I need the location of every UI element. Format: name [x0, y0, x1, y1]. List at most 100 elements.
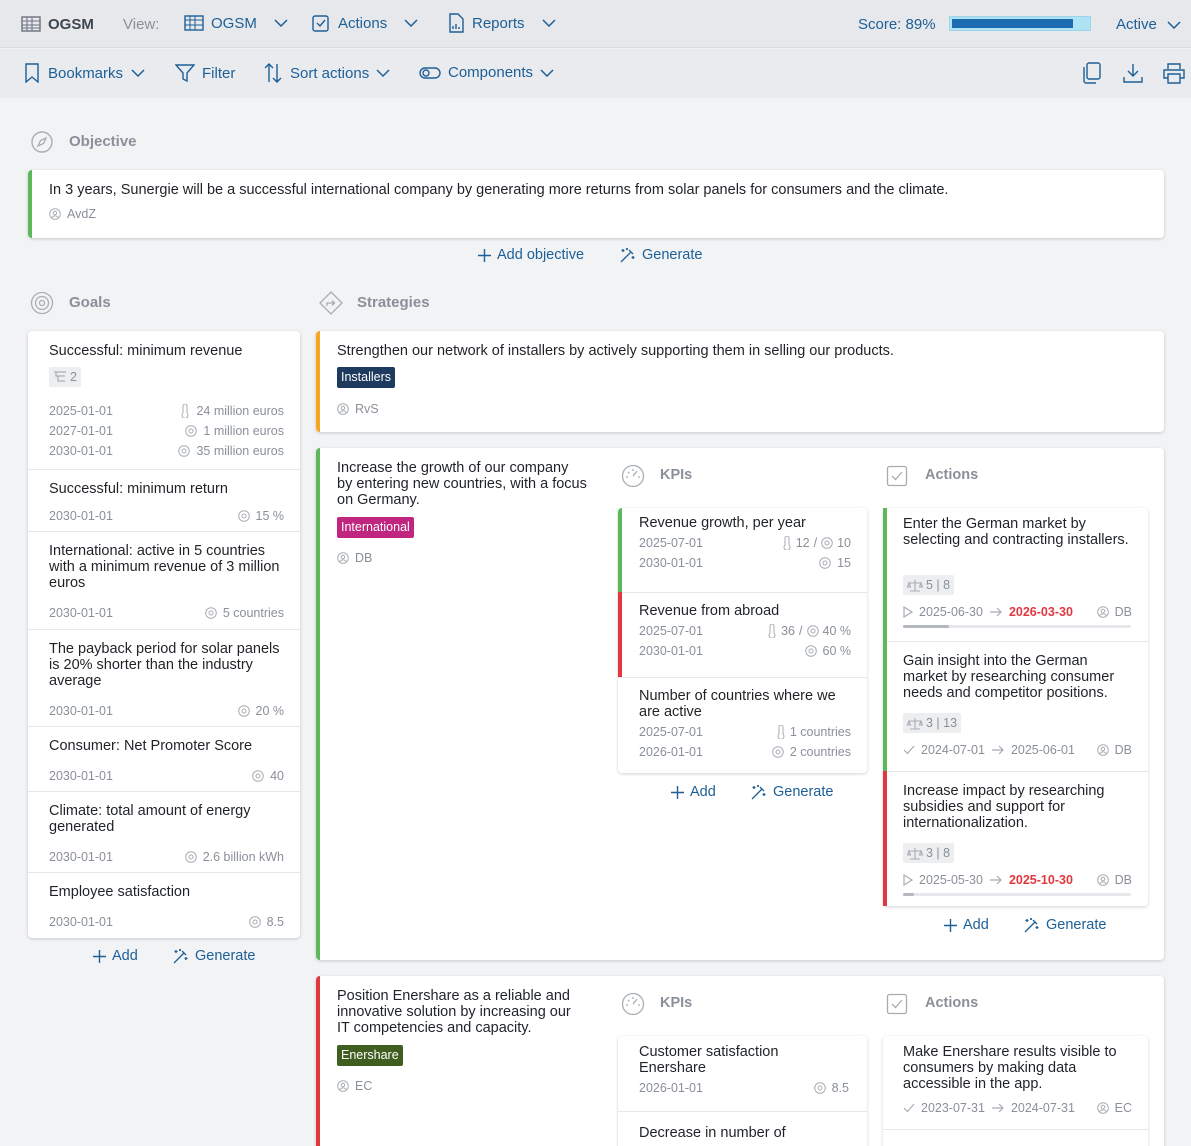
objective-card[interactable]: In 3 years, Sunergie will be a successfu… [28, 170, 1164, 238]
kpi-title: Number of countries where we are active [639, 688, 836, 720]
plus-icon [671, 785, 684, 799]
strategy-tag[interactable]: Installers [337, 367, 396, 388]
action-card[interactable]: Gain insight into the German market by r… [883, 641, 1148, 771]
filter-icon [175, 64, 195, 82]
kpi-card[interactable]: Number of countries where we are active 2… [618, 677, 867, 773]
action-start: 2023-07-31 [921, 1101, 985, 1115]
kpi-values: 1 countries [776, 725, 851, 739]
target-icon [237, 510, 250, 522]
divider [883, 1129, 1148, 1130]
chevron-down-icon [542, 19, 556, 27]
owner-initials: RvS [355, 402, 379, 416]
generate-objective-button[interactable]: Generate [620, 247, 702, 263]
add-kpi-button[interactable]: Add [671, 784, 716, 800]
tasks-badge[interactable]: 5 | 8 [903, 575, 955, 595]
action-card[interactable]: Make Enershare results visible to consum… [883, 1036, 1148, 1129]
add-kpi-label: Add [690, 784, 716, 800]
add-objective-button[interactable]: Add objective [478, 247, 584, 263]
view-menu[interactable]: OGSM [184, 14, 288, 32]
action-end: 2025-10-30 [1008, 873, 1073, 887]
goal-card[interactable]: Consumer: Net Promoter Score 2030-01-01 40 [28, 726, 300, 791]
linked-strategies-badge[interactable]: 2 [49, 367, 81, 387]
add-objective-label: Add objective [497, 247, 585, 263]
action-title: Make Enershare results visible to consum… [903, 1044, 1117, 1092]
goal-card[interactable]: Employee satisfaction 2030-01-01 8.5 [28, 872, 300, 938]
generate-kpi-button[interactable]: Generate [751, 784, 833, 800]
goal-date: 2030-01-01 [49, 704, 113, 718]
goal-target-value: 1 million euros [203, 424, 284, 438]
goal-title: Employee satisfaction [49, 884, 191, 900]
owner-initials: DB [355, 551, 373, 565]
progress-fill [903, 893, 915, 896]
actions-menu[interactable]: Actions [311, 13, 418, 33]
kpi-target-value: 40 % [822, 624, 852, 638]
target-icon [205, 607, 217, 619]
reports-menu[interactable]: Reports [447, 13, 556, 33]
action-card[interactable]: Enter the German market by selecting and… [883, 508, 1148, 641]
download-icon[interactable] [1122, 62, 1144, 84]
kpi-date: 2026-01-01 [639, 1081, 703, 1095]
goal-card[interactable]: Successful: minimum return 2030-01-01 15 % [28, 469, 300, 531]
target-icon [30, 291, 54, 315]
goal-target-value: 24 million euros [196, 404, 284, 418]
bookmarks-button[interactable]: Bookmarks [24, 63, 145, 83]
print-icon[interactable] [1162, 62, 1186, 84]
copy-icon[interactable] [1081, 62, 1103, 84]
thermometer-icon [180, 404, 190, 418]
tasks-count: 3 | 8 [926, 846, 951, 860]
goal-card[interactable]: Climate: total amount of energy generate… [28, 791, 300, 872]
action-end: 2026-03-30 [1008, 605, 1073, 619]
goal-card[interactable]: Successful: minimum revenue 2 2025-01-01 24… [28, 331, 300, 469]
strategy-tag[interactable]: Enershare [337, 1045, 403, 1066]
strategy-tag[interactable]: International [337, 517, 414, 538]
tasks-badge[interactable]: 3 | 8 [903, 843, 955, 863]
owner: RvS [337, 402, 379, 416]
action-dates: 2024-07-01 2025-06-01 [903, 743, 1075, 757]
strategy-card[interactable]: Position Enershare as a reliable and inn… [316, 976, 1164, 1146]
kpi-title: Revenue growth, per year [639, 515, 806, 531]
actions-menu-label: Actions [338, 14, 388, 32]
tasks-badge[interactable]: 3 | 13 [903, 713, 962, 733]
owner: DB [1096, 605, 1132, 619]
user-icon [1096, 744, 1109, 756]
kpi-card[interactable]: Revenue growth, per year 2025-07-01 12/ 10 2… [618, 508, 867, 592]
goal-target: 20 % [237, 704, 284, 718]
goal-date: 2025-01-01 [49, 404, 113, 418]
report-icon [447, 13, 465, 33]
strategy-card[interactable]: Increase the growth of our company by en… [316, 448, 1164, 960]
status-dropdown[interactable]: Active [1116, 16, 1181, 33]
score-label: Score: 89% [858, 16, 936, 33]
kpi-date: 2030-01-01 [639, 556, 703, 570]
target-icon [813, 1082, 826, 1094]
gauge-icon [621, 992, 645, 1016]
goal-card[interactable]: International: active in 5 countries wit… [28, 531, 300, 629]
action-end: 2025-06-01 [1010, 743, 1075, 757]
add-action-button[interactable]: Add [944, 917, 989, 933]
action-dates: 2023-07-31 2024-07-31 [903, 1101, 1075, 1115]
strategy-title: Strengthen our network of installers by … [337, 343, 894, 359]
status-accent [28, 170, 32, 238]
tasks-count: 5 | 8 [926, 578, 951, 592]
components-button[interactable]: Components [419, 64, 554, 81]
strategy-card[interactable]: Strengthen our network of installers by … [316, 331, 1164, 432]
target-icon [819, 557, 831, 569]
kpi-card[interactable]: Customer satisfaction Enershare 2026-01-… [618, 1036, 867, 1111]
plus-icon [478, 248, 491, 262]
kpi-target: 8.5 [813, 1081, 849, 1095]
add-goal-button[interactable]: Add [93, 948, 138, 964]
strategy-title: Position Enershare as a reliable and inn… [337, 988, 571, 1036]
filter-button[interactable]: Filter [175, 64, 235, 82]
generate-goal-button[interactable]: Generate [173, 948, 255, 964]
sort-actions-button[interactable]: Sort actions [263, 62, 390, 84]
owner: EC [1096, 1101, 1132, 1115]
kpi-card[interactable]: Decrease in number of [618, 1112, 867, 1146]
scale-icon [907, 717, 923, 730]
kpi-card[interactable]: Revenue from abroad 2025-07-01 36/ 40 % 2030… [618, 592, 867, 677]
chevron-down-icon [540, 68, 554, 77]
magic-wand-icon [751, 784, 767, 800]
generate-action-button[interactable]: Generate [1024, 917, 1106, 933]
kpi-target: 2 countries [772, 745, 851, 759]
kpi-target-value: 60 % [822, 644, 852, 658]
action-card[interactable]: Increase impact by researching subsidies… [883, 771, 1148, 906]
goal-card[interactable]: The payback period for solar panels is 2… [28, 629, 300, 726]
